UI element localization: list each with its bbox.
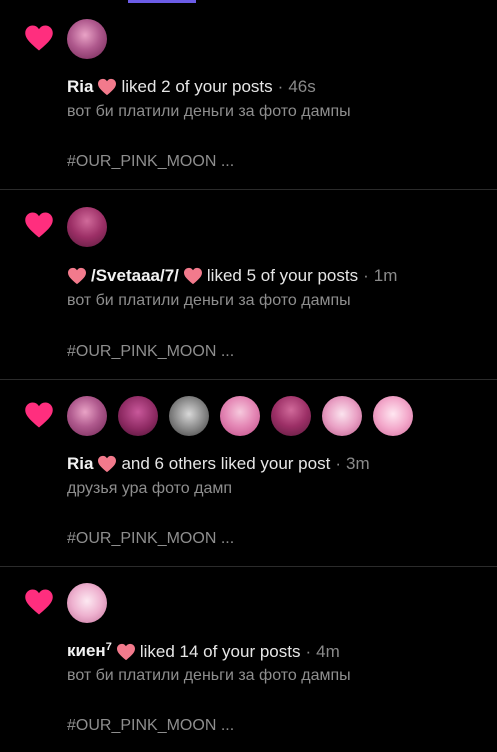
separator: ·: [305, 642, 312, 661]
username-superscript: 7: [105, 641, 112, 653]
avatar[interactable]: [322, 396, 362, 436]
post-text[interactable]: вот би платили деньги за фото дампы: [67, 292, 351, 310]
separator: ·: [363, 266, 369, 285]
notification-item[interactable]: Ria liked 2 of your posts · 46s вот би п…: [0, 0, 497, 190]
heart-icon: [25, 25, 53, 51]
avatar[interactable]: [118, 396, 158, 436]
notification-item[interactable]: /Svetaaa/7/ liked 5 of your posts · 1m в…: [0, 190, 497, 380]
avatar[interactable]: [67, 583, 107, 623]
separator: ·: [335, 454, 341, 473]
notification-action: liked 5 of your posts: [206, 266, 359, 285]
post-tag[interactable]: #OUR_PINK_MOON ...: [67, 343, 234, 361]
heart-emoji-icon: [183, 267, 202, 285]
heart-icon: [25, 402, 53, 428]
username[interactable]: /Svetaaa/7/: [91, 265, 179, 287]
username[interactable]: Ria: [67, 76, 93, 98]
notification-item[interactable]: киен7 liked 14 of your posts · 4m вот би…: [0, 567, 497, 752]
separator: ·: [277, 77, 284, 96]
notification-action: liked 14 of your posts: [139, 642, 301, 661]
timestamp: 1m: [373, 266, 398, 285]
notification-action: and 6 others liked your post: [121, 454, 331, 473]
activity-feed: Ria liked 2 of your posts · 46s вот би п…: [0, 0, 497, 752]
heart-emoji-icon: [116, 643, 135, 661]
post-tag[interactable]: #OUR_PINK_MOON ...: [67, 530, 234, 548]
timestamp: 3m: [346, 454, 370, 473]
avatar[interactable]: [373, 396, 413, 436]
heart-emoji-icon: [98, 455, 117, 473]
heart-emoji-icon: [98, 78, 117, 96]
post-text[interactable]: вот би платили деньги за фото дампы: [67, 667, 351, 685]
timestamp: 46s: [288, 77, 316, 96]
post-text[interactable]: вот би платили деньги за фото дампы: [67, 103, 351, 121]
avatar[interactable]: [67, 207, 107, 247]
avatar[interactable]: [67, 396, 107, 436]
post-text[interactable]: друзья ура фото дамп: [67, 480, 232, 498]
username[interactable]: киен7: [67, 640, 112, 664]
heart-icon: [25, 212, 53, 238]
post-tag[interactable]: #OUR_PINK_MOON ...: [67, 717, 234, 735]
avatar[interactable]: [169, 396, 209, 436]
timestamp: 4m: [316, 642, 340, 661]
notification-action: liked 2 of your posts: [121, 77, 273, 96]
post-tag[interactable]: #OUR_PINK_MOON ...: [67, 153, 234, 171]
notification-item[interactable]: Ria and 6 others liked your post · 3m др…: [0, 380, 497, 567]
avatar[interactable]: [271, 396, 311, 436]
avatar[interactable]: [220, 396, 260, 436]
heart-emoji-icon: [68, 267, 86, 285]
heart-icon: [25, 589, 53, 615]
username[interactable]: Ria: [67, 453, 93, 475]
avatar[interactable]: [67, 19, 107, 59]
